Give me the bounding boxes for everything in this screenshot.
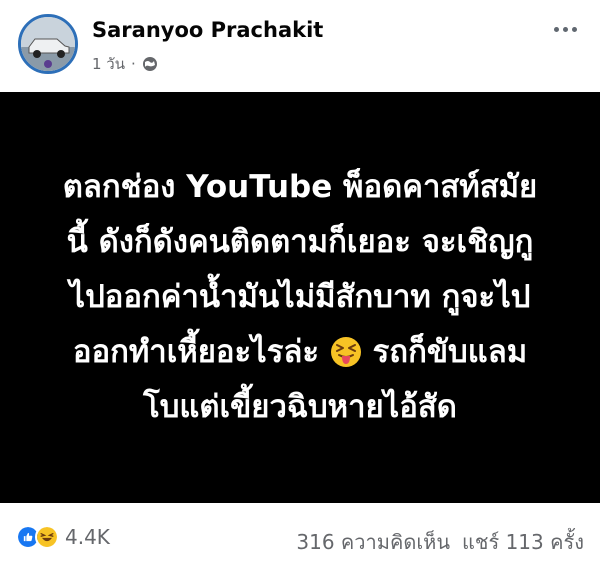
post-meta: 1 วัน · (92, 52, 158, 76)
post-text: ตลกช่อง YouTube พ็อดคาสท์สมัย นี้ ดังก็ด… (20, 160, 580, 435)
engagement-stats: 316 ความคิดเห็น แชร์ 113 ครั้ง (296, 526, 584, 558)
haha-icon (35, 525, 59, 549)
author-name[interactable]: Saranyoo Prachakit (92, 18, 323, 42)
post-time[interactable]: 1 วัน (92, 52, 125, 76)
reaction-count: 4.4K (65, 525, 110, 549)
comment-count[interactable]: 316 ความคิดเห็น (296, 526, 450, 558)
post-footer: 4.4K 316 ความคิดเห็น แชร์ 113 ครั้ง (0, 503, 600, 563)
post-text-segment: ออกทำเหี้ยอะไรล่ะ (72, 334, 320, 370)
post-text-line-with-emoji: ออกทำเหี้ยอะไรล่ะ รถก็ขับแลม (20, 325, 580, 380)
avatar-car-photo (21, 17, 75, 71)
post-text-line: ตลกช่อง YouTube พ็อดคาสท์สมัย (62, 169, 538, 205)
more-dots-icon (571, 26, 577, 32)
post-image[interactable]: ตลกช่อง YouTube พ็อดคาสท์สมัย นี้ ดังก็ด… (0, 92, 600, 503)
post-text-line: ไปออกค่าน้ำมันไม่มีสักบาท กูจะไป (69, 279, 531, 315)
post-text-line: โบแต่เขี้ยวฉิบหายไอ้สัด (143, 389, 457, 425)
meta-separator: · (131, 55, 136, 73)
share-count[interactable]: แชร์ 113 ครั้ง (462, 526, 584, 558)
more-dots-icon (553, 26, 559, 32)
squinting-face-with-tongue-icon (330, 337, 361, 367)
globe-icon (142, 57, 157, 71)
post-text-line: นี้ ดังก็ดังคนติดตามก็เยอะ จะเชิญกู (66, 224, 534, 260)
more-options-button[interactable] (550, 20, 580, 38)
post-header: Saranyoo Prachakit 1 วัน · (0, 0, 600, 92)
reactions-summary[interactable]: 4.4K (16, 525, 110, 549)
more-dots-icon (562, 26, 568, 32)
avatar[interactable] (18, 14, 78, 74)
post-text-segment: รถก็ขับแลม (372, 334, 528, 370)
